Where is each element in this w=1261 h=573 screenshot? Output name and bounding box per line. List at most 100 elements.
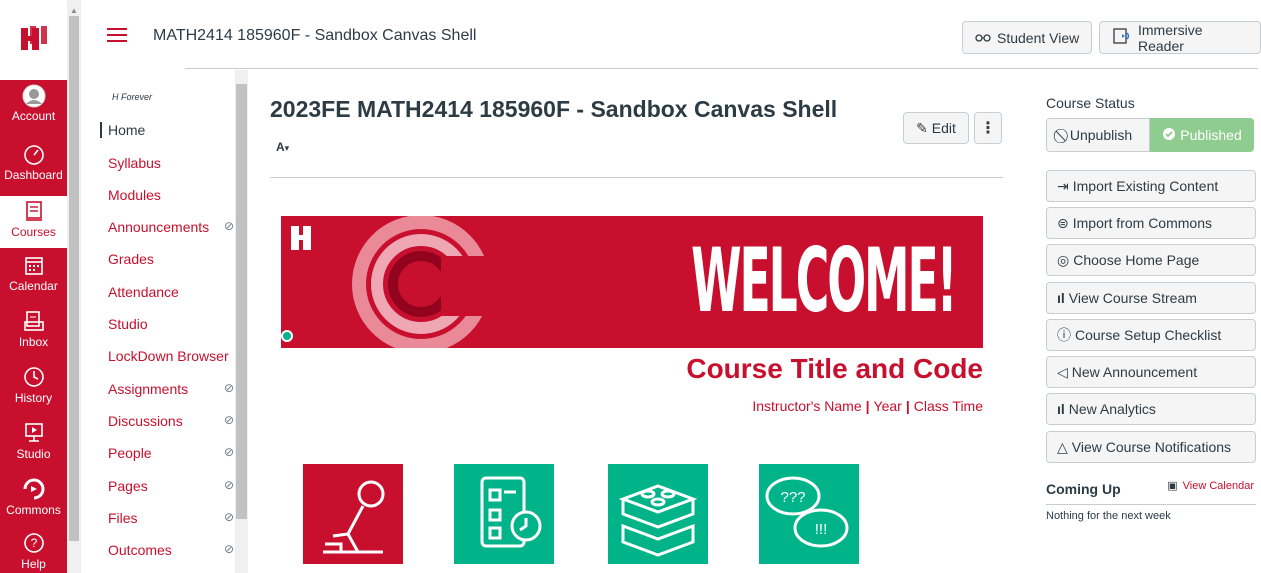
inbox-icon [0,310,67,334]
course-nav-assignments[interactable]: Assignments ⊘ [108,381,234,397]
scroll-thumb[interactable] [236,84,247,519]
course-nav-label: LockDown Browser [108,348,229,364]
publish-toggle: ⃠ Unpublish Published [1046,118,1254,152]
tile-start-here[interactable] [303,464,403,564]
import-from-commons-button[interactable]: ⊜ Import from Commons [1046,207,1256,239]
tile-modules[interactable] [608,464,708,564]
calendar-icon: ▣ [1167,480,1178,492]
nav-commons[interactable]: Commons [0,478,67,517]
coming-up-empty-text: Nothing for the next week [1046,510,1171,522]
course-nav-label: Grades [108,251,154,267]
history-icon [0,366,67,390]
course-nav-modules[interactable]: Modules [108,187,234,203]
pencil-icon: ✎ [916,119,928,136]
new-analytics-button[interactable]: ıl New Analytics [1046,393,1256,425]
scroll-thumb[interactable] [69,16,79,541]
nav-account-label: Account [11,109,56,123]
nav-help-label: Help [21,557,46,571]
course-nav-lockdown-browser[interactable]: LockDown Browser [108,348,234,364]
svg-text:?: ? [30,536,37,550]
global-nav-scrollbar[interactable]: ▲ [67,0,81,573]
course-nav-studio[interactable]: Studio [108,316,234,332]
nav-studio-label: Studio [16,447,51,461]
choose-home-page-button[interactable]: ◎ Choose Home Page [1046,244,1256,276]
unpublish-button[interactable]: ⃠ Unpublish [1046,118,1150,152]
studio-icon [0,422,67,446]
start-here-icon [323,480,385,554]
hidden-eye-icon: ⊘ [223,413,234,427]
checklist-clock-icon [480,476,542,548]
tile-discussions[interactable]: ??? !!! [759,464,859,564]
welcome-banner: WELCOME! [281,216,983,348]
view-course-stream-button[interactable]: ıl View Course Stream [1046,282,1256,314]
view-course-stream-label: View Course Stream [1068,290,1197,306]
bar-chart-icon: ıl [1057,401,1065,417]
instructor-name: Instructor's Name [752,398,862,414]
nav-history[interactable]: History [0,366,67,405]
course-nav-label: Attendance [108,284,179,300]
student-view-button[interactable]: Student View [962,21,1093,54]
course-title: Course Title and Code [686,353,983,384]
course-nav-attendance[interactable]: Attendance [108,284,234,300]
nav-dashboard[interactable]: Dashboard [0,143,67,182]
new-announcement-button[interactable]: ◁ New Announcement [1046,356,1256,388]
uh-logo-icon [20,26,47,50]
help-icon: ? [0,532,67,556]
immersive-reader-button[interactable]: Immersive Reader [1099,21,1261,54]
new-analytics-label: New Analytics [1068,401,1156,417]
course-nav-pages[interactable]: Pages ⊘ [108,478,234,494]
tile-syllabus[interactable] [454,464,554,564]
nav-calendar[interactable]: Calendar [0,254,67,293]
unpublish-label: Unpublish [1069,127,1133,143]
immersive-reader-icon [1112,27,1132,48]
course-nav: H Forever Home Syllabus Modules Announce… [100,70,235,573]
import-existing-content-label: Import Existing Content [1072,178,1219,194]
scroll-up-icon[interactable]: ▲ [70,6,78,15]
nav-inbox[interactable]: Inbox [0,310,67,349]
page-title: 2023FE MATH2414 185960F - Sandbox Canvas… [270,96,838,122]
nav-courses[interactable]: Courses [0,196,67,248]
hidden-eye-icon: ⊘ [223,510,234,524]
more-options-button[interactable]: ⋮ [974,112,1002,144]
view-course-notifications-label: View Course Notifications [1071,439,1232,455]
course-nav-home[interactable]: Home [100,122,226,138]
import-icon: ⇥ [1057,177,1069,194]
import-existing-content-button[interactable]: ⇥ Import Existing Content [1046,170,1256,202]
view-course-notifications-button[interactable]: △ View Course Notifications [1046,431,1256,463]
course-nav-discussions[interactable]: Discussions ⊘ [108,413,234,429]
nav-dashboard-label: Dashboard [4,168,63,182]
speech-bubbles-icon: ??? !!! [765,476,849,548]
nav-courses-label: Courses [11,225,56,239]
course-info-line: Instructor's Name | Year | Class Time [752,398,983,414]
course-nav-label: Modules [108,187,161,203]
published-button[interactable]: Published [1150,118,1254,152]
course-nav-announcements[interactable]: Announcements ⊘ [108,219,234,235]
course-setup-checklist-button[interactable]: ⓘ Course Setup Checklist [1046,319,1256,351]
view-calendar-link[interactable]: ▣ View Calendar [1167,479,1254,493]
course-nav-files[interactable]: Files ⊘ [108,510,234,526]
kebab-icon: ⋮ [980,120,996,137]
uh-logo[interactable] [0,0,67,80]
course-nav-grades[interactable]: Grades [108,251,234,267]
course-nav-outcomes[interactable]: Outcomes ⊘ [108,542,234,558]
nav-account[interactable]: Account [0,84,67,123]
font-size-icon[interactable]: A▾ [276,140,289,154]
top-bar: MATH2414 185960F - Sandbox Canvas Shell … [81,0,1261,70]
edit-button[interactable]: ✎ Edit [903,112,969,144]
breadcrumb[interactable]: MATH2414 185960F - Sandbox Canvas Shell [153,27,476,45]
course-nav-scrollbar[interactable] [235,70,248,573]
course-nav-syllabus[interactable]: Syllabus [108,155,234,171]
nav-commons-label: Commons [6,503,61,517]
course-nav-label: Studio [108,316,148,332]
global-nav: Account Dashboard Courses Calendar Inbox… [0,0,67,573]
hidden-eye-icon: ⊘ [223,381,234,395]
nav-inbox-label: Inbox [18,335,49,349]
hamburger-menu-icon[interactable] [107,28,127,42]
courses-icon [0,200,67,224]
course-nav-people[interactable]: People ⊘ [108,445,234,461]
hidden-eye-icon: ⊘ [223,445,234,459]
svg-text:!!!: !!! [815,521,828,538]
nav-studio[interactable]: Studio [0,422,67,461]
course-nav-label: Syllabus [108,155,161,171]
nav-help[interactable]: ? Help [0,532,67,571]
